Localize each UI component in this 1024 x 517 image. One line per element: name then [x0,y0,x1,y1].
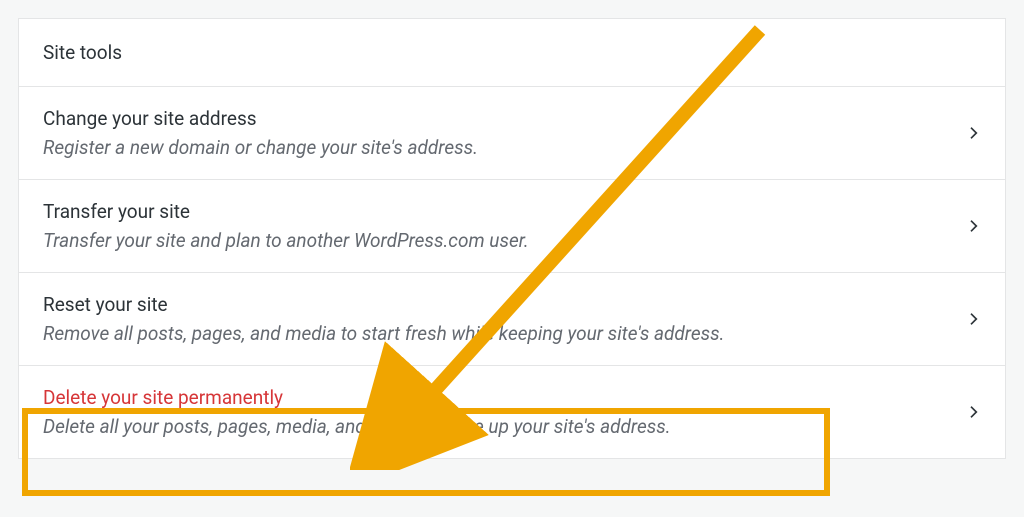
section-title: Site tools [19,19,1005,87]
row-title: Transfer your site [43,200,949,223]
chevron-right-icon [965,404,981,420]
row-title: Reset your site [43,293,949,316]
row-desc: Transfer your site and plan to another W… [43,229,949,252]
row-transfer-site[interactable]: Transfer your site Transfer your site an… [19,180,1005,273]
row-text: Change your site address Register a new … [43,107,949,159]
row-desc: Register a new domain or change your sit… [43,136,949,159]
row-desc: Delete all your posts, pages, media, and… [43,415,949,438]
chevron-right-icon [965,311,981,327]
row-desc: Remove all posts, pages, and media to st… [43,322,949,345]
row-change-site-address[interactable]: Change your site address Register a new … [19,87,1005,180]
row-text: Transfer your site Transfer your site an… [43,200,949,252]
chevron-right-icon [965,125,981,141]
site-tools-card: Site tools Change your site address Regi… [18,18,1006,459]
row-text: Reset your site Remove all posts, pages,… [43,293,949,345]
row-text: Delete your site permanently Delete all … [43,386,949,438]
row-delete-site[interactable]: Delete your site permanently Delete all … [19,366,1005,458]
row-title: Delete your site permanently [43,386,949,409]
row-title: Change your site address [43,107,949,130]
chevron-right-icon [965,218,981,234]
row-reset-site[interactable]: Reset your site Remove all posts, pages,… [19,273,1005,366]
